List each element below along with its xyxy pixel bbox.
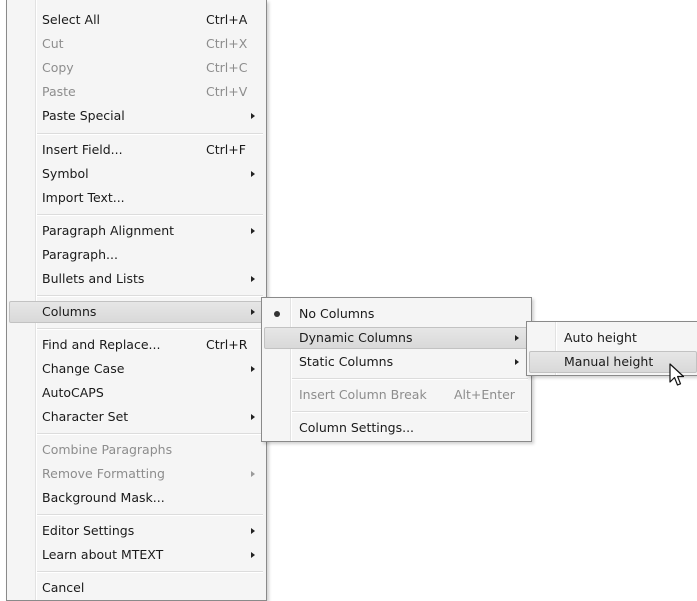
menu-separator	[37, 514, 263, 516]
menu-item-label: Auto height	[564, 330, 637, 345]
menu-item-label: Character Set	[42, 409, 129, 424]
submenu-arrow-icon	[251, 171, 255, 177]
submenu-arrow-icon	[251, 309, 255, 315]
menu-separator	[37, 214, 263, 216]
menu-item-shortcut: Alt+Enter	[454, 387, 515, 402]
menu-item-cancel[interactable]: Cancel	[9, 577, 264, 599]
menu-item-remove-formatting[interactable]: Remove Formatting	[9, 463, 264, 485]
menu-item-learn-about-mtext[interactable]: Learn about MTEXT	[9, 544, 264, 566]
menu-separator	[37, 295, 263, 297]
menu-separator	[292, 411, 528, 413]
menu-item-no-columns[interactable]: No Columns	[264, 303, 529, 325]
submenu-arrow-icon	[251, 528, 255, 534]
context-menu: Select All Ctrl+A Cut Ctrl+X Copy Ctrl+C…	[6, 0, 267, 601]
menu-item-paragraph-alignment[interactable]: Paragraph Alignment	[9, 220, 264, 242]
menu-item-label: Symbol	[42, 166, 89, 181]
menu-item-shortcut: Ctrl+V	[206, 84, 248, 99]
menu-item-select-all[interactable]: Select All Ctrl+A	[9, 9, 264, 31]
menu-item-editor-settings[interactable]: Editor Settings	[9, 520, 264, 542]
menu-item-autocaps[interactable]: AutoCAPS	[9, 382, 264, 404]
submenu-arrow-icon	[251, 228, 255, 234]
menu-item-background-mask[interactable]: Background Mask...	[9, 487, 264, 509]
menu-item-label: Copy	[42, 60, 74, 75]
menu-item-label: Change Case	[42, 361, 125, 376]
submenu-arrow-icon	[251, 552, 255, 558]
submenu-arrow-icon	[251, 414, 255, 420]
menu-item-label: Static Columns	[299, 354, 394, 369]
menu-separator	[37, 133, 263, 135]
menu-item-label: Remove Formatting	[42, 466, 165, 481]
menu-item-shortcut: Ctrl+R	[206, 337, 248, 352]
menu-item-label: Paste	[42, 84, 76, 99]
menu-item-shortcut: Ctrl+C	[206, 60, 248, 75]
menu-item-paste[interactable]: Paste Ctrl+V	[9, 81, 264, 103]
menu-item-static-columns[interactable]: Static Columns	[264, 351, 529, 373]
submenu-arrow-icon	[515, 335, 519, 341]
menu-item-label: Insert Field...	[42, 142, 123, 157]
menu-item-insert-column-break[interactable]: Insert Column Break Alt+Enter	[264, 384, 529, 406]
menu-item-columns[interactable]: Columns	[9, 301, 264, 323]
menu-item-insert-field[interactable]: Insert Field... Ctrl+F	[9, 139, 264, 161]
menu-item-copy[interactable]: Copy Ctrl+C	[9, 57, 264, 79]
submenu-arrow-icon	[251, 366, 255, 372]
menu-item-paste-special[interactable]: Paste Special	[9, 105, 264, 127]
menu-item-dynamic-columns[interactable]: Dynamic Columns	[264, 327, 529, 349]
menu-item-label: Insert Column Break	[299, 387, 427, 402]
menu-separator	[292, 378, 528, 380]
menu-item-shortcut: Ctrl+F	[206, 142, 246, 157]
menu-separator	[37, 433, 263, 435]
menu-item-symbol[interactable]: Symbol	[9, 163, 264, 185]
menu-item-combine-paragraphs[interactable]: Combine Paragraphs	[9, 439, 264, 461]
menu-item-auto-height[interactable]: Auto height	[529, 327, 695, 349]
menu-item-label: Paragraph Alignment	[42, 223, 175, 238]
menu-item-label: Cancel	[42, 580, 85, 595]
menu-separator	[37, 571, 263, 573]
menu-item-label: Select All	[42, 12, 101, 27]
menu-item-label: Column Settings...	[299, 420, 415, 435]
menu-item-label: AutoCAPS	[42, 385, 104, 400]
menu-item-label: Bullets and Lists	[42, 271, 145, 286]
menu-item-label: Combine Paragraphs	[42, 442, 173, 457]
submenu-arrow-icon	[251, 276, 255, 282]
menu-item-column-settings[interactable]: Column Settings...	[264, 417, 529, 439]
menu-item-label: Paragraph...	[42, 247, 118, 262]
radio-dot-icon	[274, 311, 280, 317]
menu-item-bullets-and-lists[interactable]: Bullets and Lists	[9, 268, 264, 290]
menu-item-cut[interactable]: Cut Ctrl+X	[9, 33, 264, 55]
menu-separator	[37, 328, 263, 330]
menu-item-shortcut: Ctrl+X	[206, 36, 248, 51]
menu-item-find-and-replace[interactable]: Find and Replace... Ctrl+R	[9, 334, 264, 356]
menu-item-label: No Columns	[299, 306, 375, 321]
menu-item-label: Editor Settings	[42, 523, 135, 538]
menu-item-label: Learn about MTEXT	[42, 547, 164, 562]
menu-item-label: Paste Special	[42, 108, 125, 123]
menu-item-import-text[interactable]: Import Text...	[9, 187, 264, 209]
menu-item-label: Dynamic Columns	[299, 330, 413, 345]
mouse-pointer-icon	[669, 363, 685, 386]
submenu-arrow-icon	[251, 471, 255, 477]
menu-item-label: Background Mask...	[42, 490, 165, 505]
menu-item-label: Manual height	[564, 354, 654, 369]
submenu-arrow-icon	[251, 113, 255, 119]
submenu-arrow-icon	[515, 359, 519, 365]
menu-item-label: Columns	[42, 304, 97, 319]
menu-item-label: Import Text...	[42, 190, 125, 205]
menu-item-shortcut: Ctrl+A	[206, 12, 248, 27]
menu-item-change-case[interactable]: Change Case	[9, 358, 264, 380]
menu-item-character-set[interactable]: Character Set	[9, 406, 264, 428]
menu-item-label: Cut	[42, 36, 64, 51]
columns-submenu: No Columns Dynamic Columns Static Column…	[261, 297, 532, 442]
menu-item-label: Find and Replace...	[42, 337, 161, 352]
menu-item-paragraph[interactable]: Paragraph...	[9, 244, 264, 266]
